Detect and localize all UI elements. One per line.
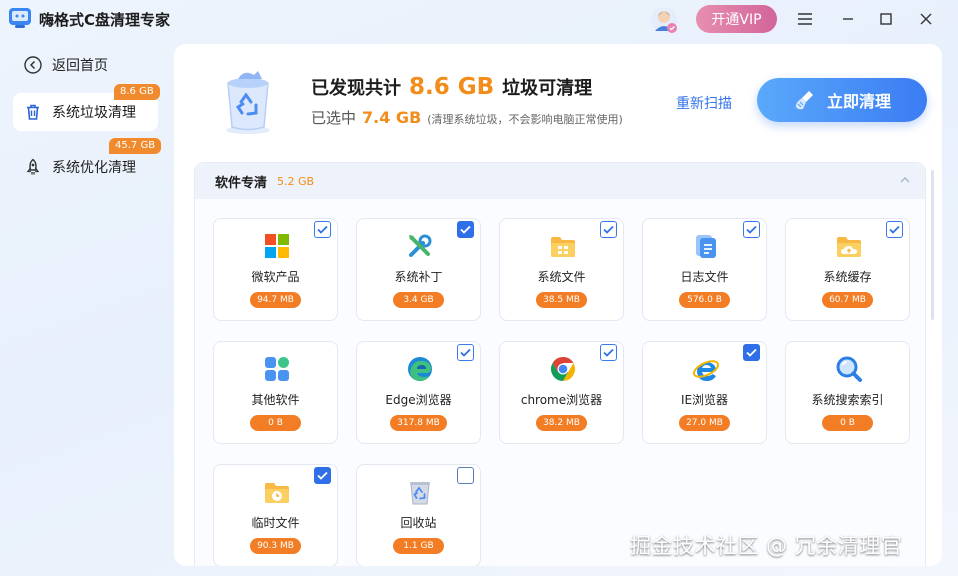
item-label: Edge浏览器 bbox=[385, 393, 452, 407]
item-size-badge: 1.1 GB bbox=[393, 538, 444, 554]
watermark-text: 掘金技术社区 @ 冗余清理官 bbox=[630, 534, 903, 558]
selected-prefix: 已选中 bbox=[311, 109, 357, 127]
item-card-other-software[interactable]: 其他软件 0 B bbox=[213, 341, 338, 444]
chrome-icon bbox=[550, 357, 576, 381]
app-title: 嗨格式C盘清理专家 bbox=[39, 11, 171, 29]
item-checkbox[interactable] bbox=[314, 221, 331, 238]
item-label: 系统补丁 bbox=[394, 270, 443, 284]
sidebar-badge-optimize: 45.7 GB bbox=[109, 138, 162, 154]
back-home-label: 返回首页 bbox=[52, 58, 108, 74]
item-label: chrome浏览器 bbox=[520, 393, 603, 407]
item-card-microsoft-products[interactable]: 微软产品 94.7 MB bbox=[213, 218, 338, 321]
item-checkbox[interactable] bbox=[743, 344, 760, 361]
item-card-search-index[interactable]: 系统搜索索引 0 B bbox=[785, 341, 910, 444]
item-size-badge: 576.0 B bbox=[679, 292, 730, 308]
recycle-bin-illustration-icon bbox=[226, 71, 270, 134]
item-checkbox[interactable] bbox=[314, 467, 331, 484]
recycle-bin-icon bbox=[410, 482, 430, 505]
found-prefix: 已发现共计 bbox=[311, 78, 401, 99]
app-logo-icon bbox=[9, 8, 31, 28]
back-home-link[interactable]: 返回首页 bbox=[24, 54, 108, 76]
sidebar-item-label: 系统垃圾清理 bbox=[52, 105, 136, 121]
clean-now-label: 立即清理 bbox=[826, 92, 891, 111]
item-label: 日志文件 bbox=[680, 270, 729, 284]
item-card-edge-browser[interactable]: Edge浏览器 317.8 MB bbox=[356, 341, 481, 444]
tools-icon bbox=[409, 234, 432, 257]
windows-icon bbox=[265, 234, 289, 258]
item-card-recycle-bin[interactable]: 回收站 1.1 GB bbox=[356, 464, 481, 566]
apps-icon bbox=[265, 357, 289, 381]
item-checkbox[interactable] bbox=[600, 221, 617, 238]
item-size-badge: 317.8 MB bbox=[390, 415, 447, 431]
maximize-icon[interactable] bbox=[873, 6, 899, 32]
item-card-system-patch[interactable]: 系统补丁 3.4 GB bbox=[356, 218, 481, 321]
item-label: 微软产品 bbox=[251, 270, 300, 284]
clock-folder-icon bbox=[265, 483, 289, 503]
rescan-link[interactable]: 重新扫描 bbox=[676, 93, 732, 113]
search-icon bbox=[836, 356, 862, 382]
trash-icon bbox=[24, 103, 42, 121]
item-checkbox[interactable] bbox=[886, 221, 903, 238]
close-icon[interactable] bbox=[913, 6, 939, 32]
item-checkbox[interactable] bbox=[457, 221, 474, 238]
folder-icon bbox=[551, 237, 575, 257]
item-card-log-files[interactable]: 日志文件 576.0 B bbox=[642, 218, 767, 321]
item-size-badge: 60.7 MB bbox=[822, 292, 873, 308]
item-card-system-cache[interactable]: 系统缓存 60.7 MB bbox=[785, 218, 910, 321]
category-header[interactable]: 软件专清 5.2 GB bbox=[195, 163, 925, 199]
main-panel: 已发现共计 8.6 GB 垃圾可清理 已选中 7.4 GB (清理系统垃圾，不会… bbox=[174, 44, 942, 566]
item-label: 系统文件 bbox=[537, 270, 586, 284]
sidebar-item-optimize-clean[interactable]: 系统优化清理 bbox=[24, 155, 136, 179]
item-label: IE浏览器 bbox=[680, 393, 729, 407]
selected-note: (清理系统垃圾，不会影响电脑正常使用) bbox=[427, 113, 623, 126]
item-label: 临时文件 bbox=[251, 516, 300, 530]
item-size-badge: 90.3 MB bbox=[250, 538, 301, 554]
item-checkbox[interactable] bbox=[457, 467, 474, 484]
clean-now-button[interactable]: 立即清理 bbox=[757, 78, 927, 122]
selected-size: 7.4 GB bbox=[362, 108, 422, 127]
item-card-temp-files[interactable]: 临时文件 90.3 MB bbox=[213, 464, 338, 566]
category-size: 5.2 GB bbox=[277, 174, 315, 188]
item-checkbox[interactable] bbox=[457, 344, 474, 361]
title-bar: 嗨格式C盘清理专家 开通VIP bbox=[0, 0, 958, 38]
item-size-badge: 0 B bbox=[250, 415, 301, 431]
rocket-icon bbox=[24, 158, 42, 176]
item-size-badge: 38.5 MB bbox=[536, 292, 587, 308]
category-title: 软件专清 bbox=[215, 175, 268, 191]
found-size: 8.6 GB bbox=[409, 74, 495, 100]
item-label: 系统搜索索引 bbox=[811, 393, 884, 407]
item-checkbox[interactable] bbox=[743, 221, 760, 238]
category-software-clean: 软件专清 5.2 GB 微软产品 94.7 MB 系统补丁 3.4 GB 系统文… bbox=[194, 162, 926, 566]
item-card-ie-browser[interactable]: IE浏览器 27.0 MB bbox=[642, 341, 767, 444]
item-label: 回收站 bbox=[400, 516, 437, 530]
item-card-chrome-browser[interactable]: chrome浏览器 38.2 MB bbox=[499, 341, 624, 444]
chevron-up-icon[interactable] bbox=[899, 175, 911, 185]
item-size-badge: 3.4 GB bbox=[393, 292, 444, 308]
ie-icon bbox=[692, 360, 720, 381]
item-card-system-files[interactable]: 系统文件 38.5 MB bbox=[499, 218, 624, 321]
back-arrow-icon bbox=[24, 56, 42, 74]
found-summary: 已发现共计 8.6 GB 垃圾可清理 bbox=[311, 74, 592, 100]
item-label: 系统缓存 bbox=[823, 270, 872, 284]
scrollbar-thumb[interactable] bbox=[931, 170, 934, 320]
menu-icon[interactable] bbox=[792, 6, 818, 32]
item-label: 其他软件 bbox=[251, 393, 300, 407]
vip-button[interactable]: 开通VIP bbox=[696, 5, 777, 33]
document-icon bbox=[696, 235, 716, 258]
sidebar-item-label: 系统优化清理 bbox=[52, 160, 136, 176]
item-size-badge: 27.0 MB bbox=[679, 415, 730, 431]
item-checkbox[interactable] bbox=[600, 344, 617, 361]
sidebar-badge-junk: 8.6 GB bbox=[114, 84, 160, 100]
edge-icon bbox=[408, 357, 432, 381]
avatar[interactable] bbox=[650, 6, 678, 34]
item-size-badge: 38.2 MB bbox=[536, 415, 587, 431]
item-size-badge: 0 B bbox=[822, 415, 873, 431]
cloud-folder-icon bbox=[837, 237, 861, 257]
found-suffix: 垃圾可清理 bbox=[502, 78, 593, 99]
broom-icon bbox=[795, 91, 813, 110]
minimize-icon[interactable] bbox=[835, 6, 861, 32]
item-size-badge: 94.7 MB bbox=[250, 292, 301, 308]
selected-summary: 已选中 7.4 GB (清理系统垃圾，不会影响电脑正常使用) bbox=[311, 107, 623, 128]
